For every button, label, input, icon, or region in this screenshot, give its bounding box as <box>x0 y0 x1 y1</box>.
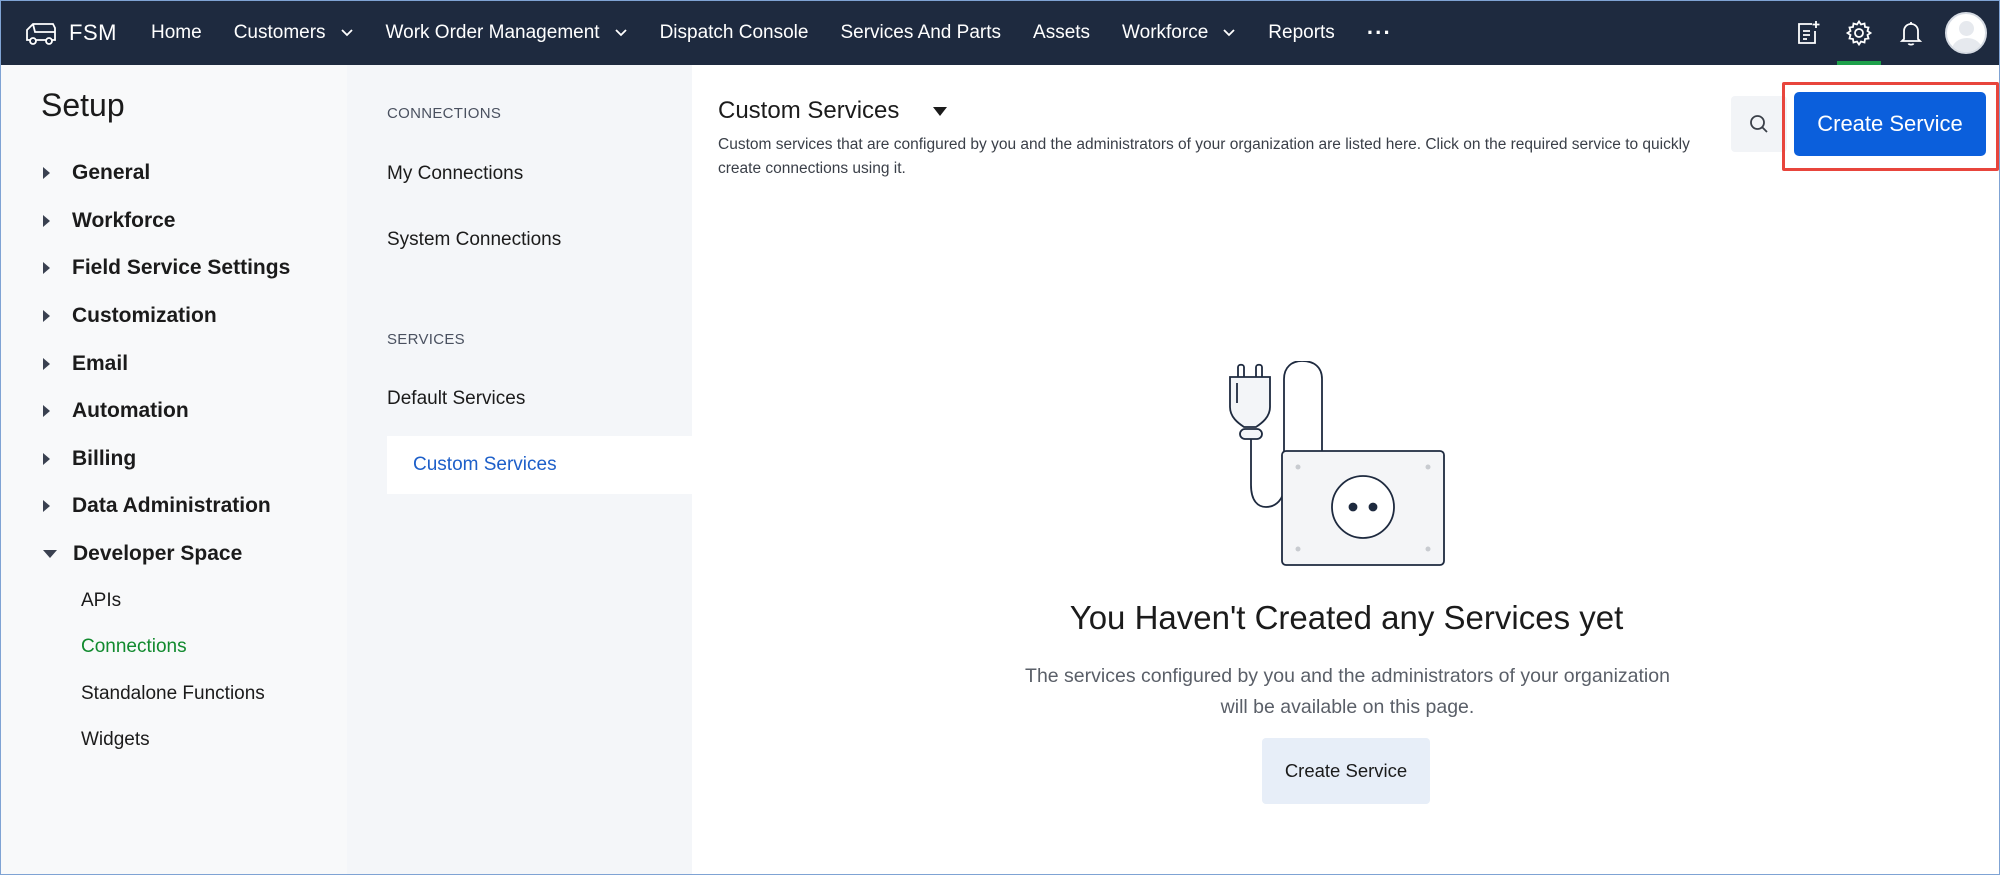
custom-services-link[interactable]: Custom Services <box>387 436 692 494</box>
setup-sub-item-connections[interactable]: Connections <box>81 632 187 662</box>
setup-item-customization[interactable]: Customization <box>43 300 217 332</box>
nav-item-label: Workforce <box>1122 22 1209 43</box>
setup-sub-item-standalone-functions[interactable]: Standalone Functions <box>81 679 265 709</box>
nav-item-reports[interactable]: Reports <box>1268 1 1335 65</box>
caret-right-icon <box>43 167 50 179</box>
setup-item-data-administration[interactable]: Data Administration <box>43 490 271 522</box>
plug-socket-illustration <box>1229 361 1445 566</box>
nav-item-work-order-management[interactable]: Work Order Management <box>386 1 628 65</box>
setup-item-label: Automation <box>72 399 189 422</box>
setup-item-general[interactable]: General <box>43 157 150 189</box>
setup-item-workforce[interactable]: Workforce <box>43 205 175 237</box>
setup-item-billing[interactable]: Billing <box>43 443 136 475</box>
nav-item-dispatch-console[interactable]: Dispatch Console <box>660 1 809 65</box>
page-description: Custom services that are configured by y… <box>718 136 1690 177</box>
setup-sub-item-apis[interactable]: APIs <box>81 586 121 616</box>
chevron-down-icon <box>614 29 627 37</box>
setup-item-label: Customization <box>72 304 217 327</box>
main-nav: Home Customers Work Order Management Dis… <box>151 1 1424 65</box>
top-right-actions <box>1781 1 1999 65</box>
connections-section-header: CONNECTIONS <box>387 105 502 122</box>
default-services-link[interactable]: Default Services <box>387 388 525 410</box>
nav-item-label: Customers <box>233 22 326 43</box>
nav-item-label: Reports <box>1268 22 1335 43</box>
gear-icon <box>1845 19 1873 47</box>
setup-title: Setup <box>41 87 125 123</box>
setup-sidebar: Setup General Workforce Field Service Se… <box>1 65 347 874</box>
nav-item-services-and-parts[interactable]: Services And Parts <box>840 1 1001 65</box>
top-navigation-bar: FSM Home Customers Work Order Management… <box>1 1 1999 65</box>
empty-state-title: You Haven't Created any Services yet <box>1069 599 1624 636</box>
nav-more-button[interactable]: ··· <box>1367 1 1392 65</box>
system-connections-link[interactable]: System Connections <box>387 229 561 251</box>
nav-item-label: Assets <box>1033 22 1091 43</box>
add-note-icon <box>1798 21 1820 44</box>
empty-state-create-service-button[interactable]: Create Service <box>1262 738 1430 804</box>
setup-item-label: Field Service Settings <box>72 256 291 279</box>
nav-item-home[interactable]: Home <box>151 1 202 65</box>
avatar[interactable] <box>1945 12 1987 54</box>
nav-item-label: Work Order Management <box>385 22 600 43</box>
quick-create-button[interactable] <box>1781 1 1833 65</box>
search-icon <box>1750 115 1768 133</box>
app-window: FSM Home Customers Work Order Management… <box>0 0 2000 875</box>
caret-down-icon <box>43 550 57 558</box>
empty-state-description: The services configured by you and the a… <box>1025 665 1670 718</box>
chevron-down-icon <box>340 29 353 37</box>
setup-item-developer-space[interactable]: Developer Space <box>43 538 242 570</box>
app-logo[interactable]: FSM <box>1 1 141 65</box>
nav-item-customers[interactable]: Customers <box>234 1 354 65</box>
setup-item-field-service-settings[interactable]: Field Service Settings <box>43 252 290 284</box>
nav-item-label: Services And Parts <box>840 22 1002 43</box>
main-content: Custom Services Custom services that are… <box>692 65 1999 874</box>
service-type-dropdown[interactable]: Custom Services <box>718 97 948 125</box>
setup-item-label: Developer Space <box>73 542 243 565</box>
setup-sub-item-widgets[interactable]: Widgets <box>81 725 150 755</box>
setup-item-label: Workforce <box>72 209 176 232</box>
search-button[interactable] <box>1731 96 1787 152</box>
connections-sidebar: CONNECTIONS My Connections System Connec… <box>347 65 692 874</box>
nav-item-assets[interactable]: Assets <box>1033 1 1090 65</box>
caret-right-icon <box>43 500 50 512</box>
setup-item-automation[interactable]: Automation <box>43 395 189 427</box>
caret-right-icon <box>43 262 50 274</box>
setup-item-label: Data Administration <box>72 494 271 517</box>
bell-icon <box>1899 22 1923 46</box>
caret-right-icon <box>43 405 50 417</box>
chevron-down-icon <box>1223 29 1235 37</box>
nav-item-label: Dispatch Console <box>659 22 809 43</box>
services-section-header: SERVICES <box>387 331 465 348</box>
notifications-button[interactable] <box>1885 1 1937 65</box>
nav-item-label: Home <box>151 22 202 43</box>
create-service-button[interactable]: Create Service <box>1794 92 1986 156</box>
nav-item-workforce[interactable]: Workforce <box>1122 1 1236 65</box>
setup-item-label: General <box>72 161 151 184</box>
settings-button[interactable] <box>1833 1 1885 65</box>
caret-right-icon <box>43 215 50 227</box>
setup-item-email[interactable]: Email <box>43 348 128 380</box>
my-connections-link[interactable]: My Connections <box>387 163 523 185</box>
caret-right-icon <box>43 358 50 370</box>
fsm-van-icon <box>26 23 56 45</box>
setup-item-label: Billing <box>72 447 137 470</box>
page-title: Custom Services <box>718 97 900 124</box>
caret-right-icon <box>43 453 50 465</box>
caret-down-icon <box>933 106 948 116</box>
setup-item-label: Email <box>72 352 129 375</box>
caret-right-icon <box>43 310 50 322</box>
app-name: FSM <box>69 20 117 45</box>
